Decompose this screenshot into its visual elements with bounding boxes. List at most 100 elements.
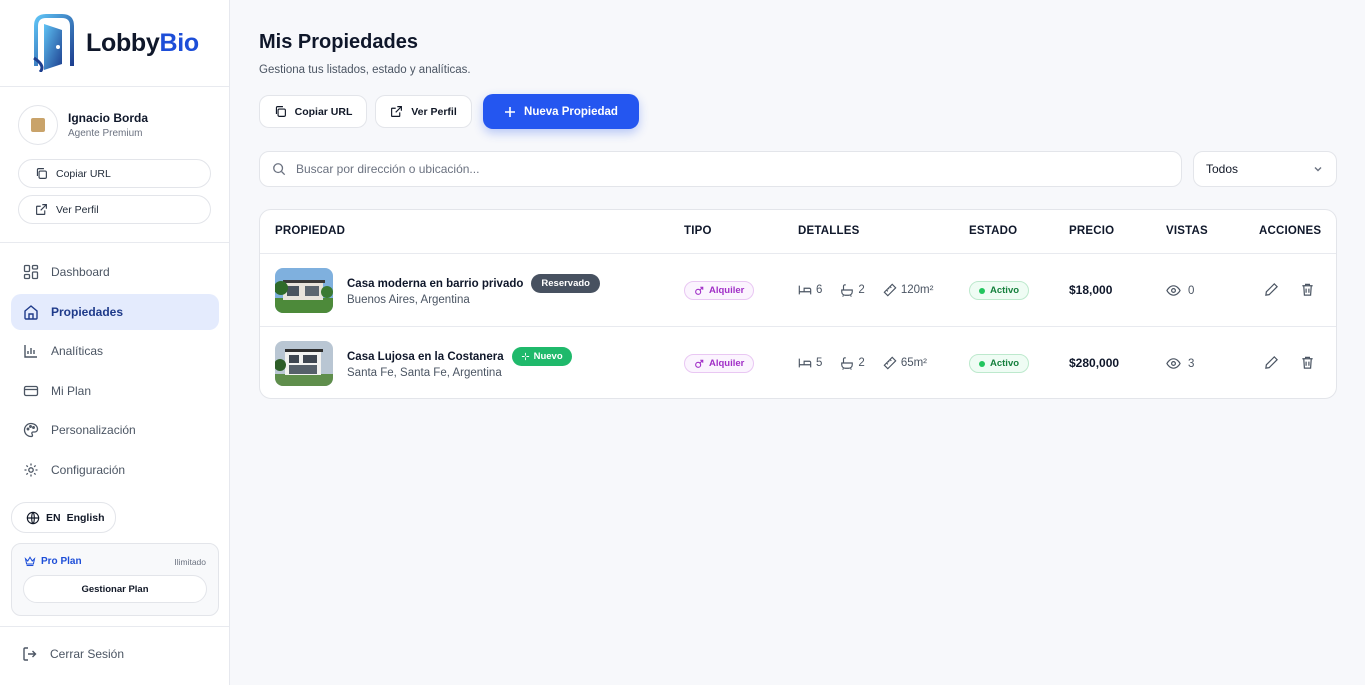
sidebar-view-profile-button[interactable]: Ver Perfil [18, 195, 211, 224]
plus-icon [505, 106, 516, 117]
sidebar-item-mi-plan[interactable]: Mi Plan [11, 373, 219, 409]
col-detalles: DETALLES [798, 225, 860, 237]
sidebar-copy-url-button[interactable]: Copiar URL [18, 159, 211, 188]
trash-icon [1302, 356, 1313, 369]
reserved-badge: Reservado [531, 274, 600, 293]
copy-icon [275, 106, 286, 117]
property-thumbnail[interactable] [275, 268, 333, 313]
delete-button[interactable] [1300, 282, 1316, 298]
col-vistas: VISTAS [1166, 225, 1208, 237]
gender-symbol-icon [695, 286, 704, 295]
properties-table: PROPIEDAD TIPO DETALLES ESTADO PRECIO VI… [259, 209, 1337, 399]
type-badge: Alquiler [684, 354, 755, 373]
logout-icon [23, 647, 37, 661]
gender-symbol-icon [695, 359, 704, 368]
ruler-icon [883, 356, 897, 370]
logout-button[interactable]: Cerrar Sesión [22, 646, 124, 662]
property-views: 3 [1166, 356, 1194, 371]
chevron-down-icon [1314, 167, 1322, 172]
sidebar-item-personalizacion[interactable]: Personalización [11, 412, 219, 448]
table-header: PROPIEDAD TIPO DETALLES ESTADO PRECIO VI… [260, 210, 1336, 254]
copy-icon [36, 168, 47, 179]
crown-icon [24, 556, 36, 567]
sidebar-item-configuracion[interactable]: Configuración [11, 452, 219, 488]
external-link-icon [36, 204, 47, 215]
brand-logo[interactable]: LobbyBio [32, 14, 199, 72]
house-photo-icon [275, 341, 333, 386]
col-estado: ESTADO [969, 225, 1018, 237]
profile-name: Ignacio Borda [68, 111, 149, 125]
plan-card: Pro Plan Ilimitado Gestionar Plan [11, 543, 219, 616]
user-profile: Ignacio Borda Agente Premium [18, 105, 148, 145]
bed-icon [798, 285, 812, 295]
palette-icon [23, 423, 39, 438]
sidebar-nav: Dashboard Propiedades Analíticas Mi Plan… [11, 254, 219, 492]
house-photo-icon [275, 268, 333, 313]
status-badge: Activo [969, 354, 1030, 373]
property-details: 5 2 65m² [798, 356, 927, 370]
property-thumbnail[interactable] [275, 341, 333, 386]
divider [0, 626, 229, 627]
search-bar [259, 151, 1182, 187]
col-acciones: ACCIONES [1259, 225, 1322, 237]
plan-name: Pro Plan [24, 555, 82, 567]
trash-icon [1302, 283, 1313, 296]
edit-button[interactable] [1264, 282, 1280, 298]
search-input[interactable] [296, 162, 1156, 176]
ruler-icon [883, 283, 897, 297]
pencil-icon [1265, 356, 1278, 369]
col-precio: PRECIO [1069, 225, 1115, 237]
table-row[interactable]: Casa Lujosa en la Costanera Nuevo Santa … [260, 327, 1336, 398]
copy-url-button[interactable]: Copiar URL [259, 95, 367, 128]
page-title: Mis Propiedades [259, 31, 418, 53]
status-dot [979, 287, 985, 294]
sidebar: LobbyBio Ignacio Borda Agente Premium Co… [0, 0, 230, 685]
pencil-icon [1265, 283, 1278, 296]
col-propiedad: PROPIEDAD [275, 225, 346, 237]
eye-icon [1166, 285, 1181, 296]
new-property-button[interactable]: Nueva Propiedad [483, 94, 639, 129]
avatar [18, 105, 58, 145]
bath-icon [841, 357, 854, 370]
property-views: 0 [1166, 283, 1194, 298]
property-price: $18,000 [1069, 283, 1113, 297]
plan-limit: Ilimitado [174, 557, 206, 567]
bath-icon [841, 284, 854, 297]
property-price: $280,000 [1069, 356, 1120, 370]
bed-icon [798, 358, 812, 368]
view-profile-button[interactable]: Ver Perfil [375, 95, 472, 128]
profile-role: Agente Premium [68, 128, 143, 139]
sidebar-item-analiticas[interactable]: Analíticas [11, 333, 219, 369]
brand-name: LobbyBio [86, 28, 199, 57]
language-selector[interactable]: EN English [11, 502, 116, 533]
delete-button[interactable] [1300, 355, 1316, 371]
dashboard-icon [23, 264, 39, 280]
home-icon [24, 304, 38, 320]
type-badge: Alquiler [684, 281, 755, 300]
eye-icon [1166, 358, 1181, 369]
property-location: Buenos Aires, Argentina [347, 294, 470, 306]
property-details: 6 2 120m² [798, 283, 933, 297]
property-title[interactable]: Casa moderna en barrio privado Reservado [347, 274, 600, 293]
globe-icon [26, 511, 40, 524]
sidebar-item-propiedades[interactable]: Propiedades [11, 293, 219, 330]
credit-card-icon [23, 385, 39, 396]
sidebar-item-dashboard[interactable]: Dashboard [11, 254, 219, 290]
property-location: Santa Fe, Santa Fe, Argentina [347, 367, 502, 379]
status-filter-select[interactable]: Todos [1193, 151, 1337, 187]
sparkle-icon [521, 352, 529, 361]
property-title[interactable]: Casa Lujosa en la Costanera Nuevo [347, 347, 572, 366]
divider [0, 242, 229, 243]
door-logo-icon [33, 14, 74, 72]
table-row[interactable]: Casa moderna en barrio privado Reservado… [260, 254, 1336, 327]
status-badge: Activo [969, 281, 1030, 300]
bar-chart-icon [24, 345, 37, 358]
new-badge: Nuevo [511, 347, 572, 366]
gear-icon [24, 463, 38, 477]
col-tipo: TIPO [684, 225, 712, 237]
search-icon [273, 163, 286, 176]
status-dot [979, 360, 985, 367]
edit-button[interactable] [1264, 355, 1280, 371]
manage-plan-button[interactable]: Gestionar Plan [23, 575, 207, 603]
external-link-icon [391, 106, 403, 117]
